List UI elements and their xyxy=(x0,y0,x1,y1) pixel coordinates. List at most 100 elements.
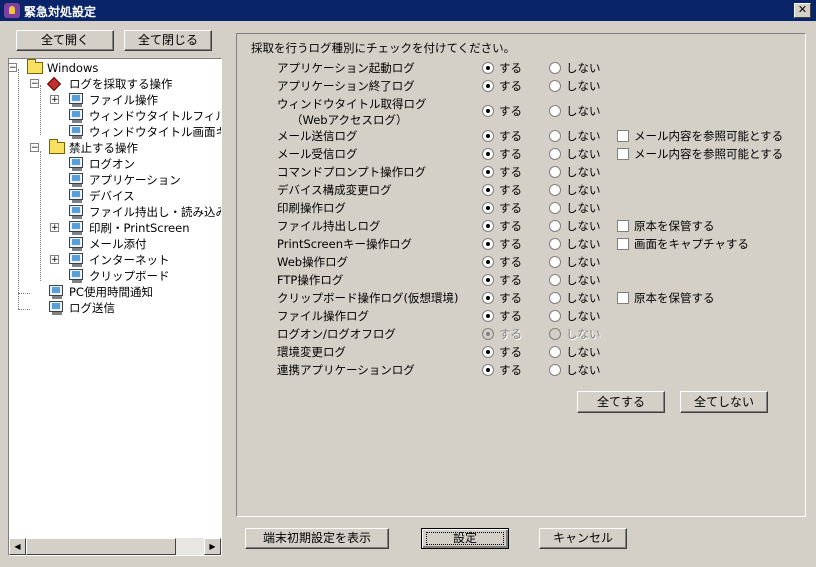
tree-item-prohibit-3[interactable]: ファイル持出し・読み込み xyxy=(9,204,221,220)
yes-radio[interactable] xyxy=(482,292,494,304)
no-radio[interactable] xyxy=(549,62,561,74)
option-checkbox[interactable] xyxy=(617,220,629,232)
yes-radio[interactable] xyxy=(482,364,494,376)
no-radio[interactable] xyxy=(549,105,561,117)
tree-item-prohibit-5[interactable]: メール添付 xyxy=(9,236,221,252)
yes-radio-label: する xyxy=(499,61,522,75)
tree-item-log-0[interactable]: + ファイル操作 xyxy=(9,92,221,108)
scroll-left-icon[interactable]: ◀ xyxy=(9,538,26,555)
monitor-icon xyxy=(69,125,83,139)
no-radio[interactable] xyxy=(549,148,561,160)
horizontal-scrollbar[interactable]: ◀ ▶ xyxy=(9,538,221,555)
no-radio-label: しない xyxy=(566,345,601,359)
yes-radio-label: する xyxy=(499,309,522,323)
tree-label: クリップボード xyxy=(89,269,170,283)
tree-label: ログを採取する操作 xyxy=(69,77,173,91)
yes-radio[interactable] xyxy=(482,130,494,142)
tree-item-log-send[interactable]: ログ送信 xyxy=(9,300,221,316)
yes-radio[interactable] xyxy=(482,274,494,286)
yes-radio[interactable] xyxy=(482,62,494,74)
all-yes-button[interactable]: 全てする xyxy=(577,391,665,413)
settings-tree[interactable]: −Windows−ログを採取する操作+ファイル操作ウィンドウタイトルフィルタウィ… xyxy=(8,58,222,556)
option-checkbox[interactable] xyxy=(617,238,629,250)
yes-radio[interactable] xyxy=(482,148,494,160)
yes-radio[interactable] xyxy=(482,310,494,322)
yes-radio[interactable] xyxy=(482,220,494,232)
scroll-thumb[interactable] xyxy=(26,538,176,555)
collapse-all-button[interactable]: 全て閉じる xyxy=(124,30,212,51)
tree-item-prohibit-7[interactable]: クリップボード xyxy=(9,268,221,284)
option-checkbox[interactable] xyxy=(617,148,629,160)
no-radio[interactable] xyxy=(549,346,561,358)
set-button[interactable]: 設定 xyxy=(421,528,509,549)
tree-item-prohibit-4[interactable]: + 印刷・PrintScreen xyxy=(9,220,221,236)
expand-all-button[interactable]: 全て開く xyxy=(16,30,114,51)
tree-label: ウィンドウタイトル画面キャ xyxy=(89,125,221,139)
tree-label: PC使用時間通知 xyxy=(69,285,153,299)
log-type-label: ログオン/ログオフログ xyxy=(277,327,396,341)
expander-icon[interactable]: + xyxy=(50,255,59,265)
yes-radio[interactable] xyxy=(482,256,494,268)
no-radio[interactable] xyxy=(549,238,561,250)
option-checkbox-label: メール内容を参照可能とする xyxy=(634,129,784,143)
no-radio[interactable] xyxy=(549,292,561,304)
no-radio[interactable] xyxy=(549,166,561,178)
tree-item-windows[interactable]: − Windows xyxy=(9,59,221,76)
no-radio[interactable] xyxy=(549,202,561,214)
yes-radio[interactable] xyxy=(482,80,494,92)
tree-item-log-2[interactable]: ウィンドウタイトル画面キャ xyxy=(9,124,221,140)
no-radio-label: しない xyxy=(566,219,601,233)
no-radio xyxy=(549,328,561,340)
scroll-right-icon[interactable]: ▶ xyxy=(204,538,221,555)
option-checkbox[interactable] xyxy=(617,292,629,304)
tree-item-pc-usage[interactable]: PC使用時間通知 xyxy=(9,284,221,300)
no-radio[interactable] xyxy=(549,80,561,92)
expander-icon[interactable]: + xyxy=(50,223,59,233)
no-radio-label: しない xyxy=(566,79,601,93)
tree-item-prohibit-1[interactable]: アプリケーション xyxy=(9,172,221,188)
tree-item-prohibit-0[interactable]: ログオン xyxy=(9,156,221,172)
expander-icon[interactable]: + xyxy=(50,95,59,105)
tree-item-prohibit-group[interactable]: − 禁止する操作 xyxy=(9,139,221,156)
tree-item-log-1[interactable]: ウィンドウタイトルフィルタ xyxy=(9,108,221,124)
no-radio[interactable] xyxy=(549,130,561,142)
yes-radio-label: する xyxy=(499,104,522,118)
tree-view: −Windows−ログを採取する操作+ファイル操作ウィンドウタイトルフィルタウィ… xyxy=(9,59,221,539)
no-radio[interactable] xyxy=(549,274,561,286)
tree-label: ファイル持出し・読み込み xyxy=(89,205,222,219)
yes-radio[interactable] xyxy=(482,346,494,358)
log-type-label: ファイル操作ログ xyxy=(277,309,369,323)
expander-icon[interactable]: − xyxy=(30,79,39,89)
title-bar: 緊急対処設定 ✕ xyxy=(0,0,816,21)
yes-radio[interactable] xyxy=(482,238,494,250)
expander-icon[interactable]: − xyxy=(30,143,39,153)
tree-item-prohibit-6[interactable]: + インターネット xyxy=(9,252,221,268)
no-radio[interactable] xyxy=(549,310,561,322)
tree-label: インターネット xyxy=(89,253,170,267)
yes-radio[interactable] xyxy=(482,105,494,117)
show-default-settings-button[interactable]: 端末初期設定を表示 xyxy=(245,528,389,549)
yes-radio[interactable] xyxy=(482,166,494,178)
close-button[interactable]: ✕ xyxy=(794,3,811,18)
all-no-button[interactable]: 全てしない xyxy=(680,391,768,413)
log-settings-panel: 採取を行うログ種別にチェックを付けてください。 アプリケーション起動ログ する しな… xyxy=(236,33,806,517)
tree-item-log-group[interactable]: − ログを採取する操作 xyxy=(9,76,221,92)
monitor-icon xyxy=(69,221,83,235)
no-radio-label: しない xyxy=(566,104,601,118)
log-type-label: メール送信ログ xyxy=(277,129,358,143)
expander-icon[interactable]: − xyxy=(9,63,17,73)
yes-radio[interactable] xyxy=(482,184,494,196)
yes-radio-label: する xyxy=(499,147,522,161)
no-radio[interactable] xyxy=(549,220,561,232)
no-radio[interactable] xyxy=(549,256,561,268)
monitor-icon xyxy=(49,285,63,299)
cancel-button[interactable]: キャンセル xyxy=(539,528,627,549)
set-button-label: 設定 xyxy=(452,531,477,545)
tree-item-prohibit-2[interactable]: デバイス xyxy=(9,188,221,204)
yes-radio[interactable] xyxy=(482,202,494,214)
no-radio-label: しない xyxy=(566,61,601,75)
option-checkbox[interactable] xyxy=(617,130,629,142)
no-radio[interactable] xyxy=(549,184,561,196)
no-radio[interactable] xyxy=(549,364,561,376)
yes-radio-label: する xyxy=(499,237,522,251)
